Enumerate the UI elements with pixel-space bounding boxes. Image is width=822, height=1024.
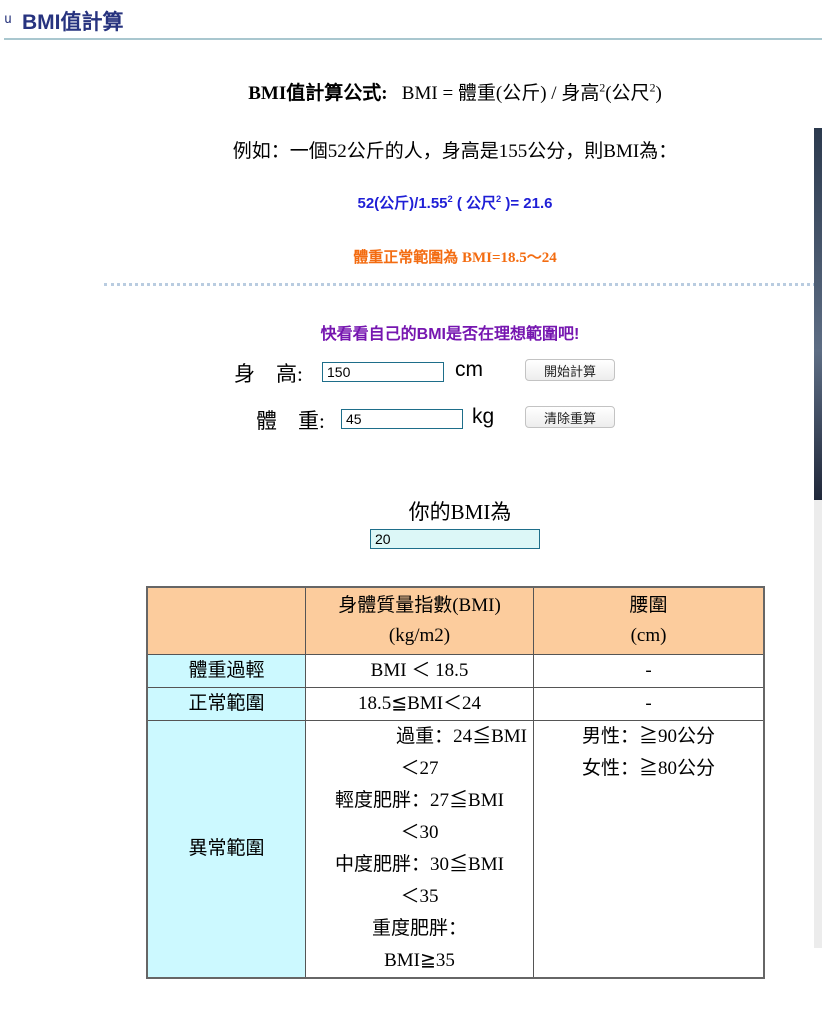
- bmi-line: ＜35: [400, 886, 439, 907]
- bmi-line: 過重：24≦BMI: [396, 726, 527, 747]
- calculate-button[interactable]: 開始計算: [525, 359, 615, 381]
- bmi-prompt: 快看看自己的BMI是否在理想範圍吧!: [250, 320, 650, 344]
- calc-part-2: ( 公尺: [452, 195, 497, 212]
- formula-label: BMI值計算公式:: [248, 83, 388, 104]
- bmi-line: 輕度肥胖：27≦BMI: [335, 790, 504, 811]
- example-calculation: 52(公斤)/1.552 ( 公尺2 )= 21.6: [100, 192, 810, 213]
- height-label: 身 高:: [234, 362, 303, 386]
- waist-cell: -: [533, 687, 765, 721]
- title-divider: [4, 38, 822, 40]
- title-bullet: u: [4, 12, 12, 27]
- bmi-formula: BMI值計算公式: BMI = 體重(公斤) / 身高2(公尺2): [100, 78, 810, 105]
- waist-line: 女性：≧80公分: [581, 758, 715, 779]
- dotted-divider: [104, 283, 822, 286]
- bmi-cell: 18.5≦BMI＜24: [305, 687, 534, 721]
- table-header-waist-line: 腰圍: [629, 595, 668, 616]
- bmi-cell: 過重：24≦BMI ＜27 輕度肥胖：27≦BMI ＜30 中度肥胖：30≦BM…: [305, 720, 534, 979]
- table-header-waist-unit: (cm): [630, 625, 667, 646]
- page-header: u BMI值計算: [0, 0, 822, 44]
- clear-button[interactable]: 清除重算: [525, 406, 615, 428]
- table-header-bmi-unit: (kg/m2): [388, 625, 451, 646]
- bmi-line: 中度肥胖：30≦BMI: [335, 854, 504, 875]
- table-header-waist: 腰圍 (cm): [533, 586, 765, 655]
- category-cell: 異常範圍: [146, 720, 306, 979]
- prompt-prefix: 快看看自己的: [320, 326, 417, 343]
- result-label: 你的BMI為: [408, 500, 512, 524]
- category-cell: 正常範圍: [146, 687, 306, 721]
- height-unit: cm: [455, 358, 483, 381]
- table-header-row: 身體質量指數(BMI) (kg/m2) 腰圍 (cm): [146, 586, 765, 655]
- side-photo-dark-area: [814, 128, 822, 500]
- calc-part-3: )= 21.6: [501, 195, 553, 212]
- height-input[interactable]: [322, 362, 444, 382]
- normal-range-text: 體重正常範圍為 BMI=18.5～24: [353, 250, 557, 266]
- table-header-bmi: 身體質量指數(BMI) (kg/m2): [305, 586, 534, 655]
- weight-input[interactable]: [341, 409, 463, 429]
- table-header-bmi-line: 身體質量指數(BMI): [338, 595, 501, 616]
- table-row: 異常範圍 過重：24≦BMI ＜27 輕度肥胖：27≦BMI ＜30 中度肥胖：…: [146, 720, 765, 979]
- waist-line: 男性：≧90公分: [581, 726, 715, 747]
- bmi-cell: BMI ＜ 18.5: [305, 654, 534, 688]
- formula-text-end: ): [655, 83, 662, 104]
- bmi-table: 身體質量指數(BMI) (kg/m2) 腰圍 (cm) 體重過輕 BMI ＜ 1…: [146, 586, 765, 979]
- calc-part-1: 52(公斤)/1.55: [357, 195, 448, 212]
- table-row: 體重過輕 BMI ＜ 18.5 -: [146, 654, 765, 688]
- formula-text: BMI = 體重(公斤) / 身高: [401, 83, 600, 104]
- bmi-line: ＜30: [400, 822, 439, 843]
- example-text: 例如：一個52公斤的人，身高是155公分，則BMI為：: [232, 141, 678, 162]
- bmi-result-field[interactable]: [370, 529, 540, 549]
- bmi-line: ＜27: [400, 758, 439, 779]
- table-header-empty: [146, 586, 306, 655]
- category-cell: 體重過輕: [146, 654, 306, 688]
- prompt-bold: BMI是否在理想範圍吧!: [416, 326, 580, 343]
- side-photo: [814, 128, 822, 948]
- waist-cell: 男性：≧90公分 女性：≧80公分: [533, 720, 765, 979]
- page-title: BMI值計算: [22, 11, 124, 34]
- bmi-line: BMI≧35: [384, 950, 455, 971]
- waist-cell: -: [533, 654, 765, 688]
- weight-label: 體 重:: [256, 409, 325, 433]
- formula-text-mid: (公尺: [605, 83, 650, 104]
- bmi-line: 重度肥胖：: [371, 918, 467, 939]
- weight-unit: kg: [472, 405, 495, 428]
- table-row: 正常範圍 18.5≦BMI＜24 -: [146, 687, 765, 721]
